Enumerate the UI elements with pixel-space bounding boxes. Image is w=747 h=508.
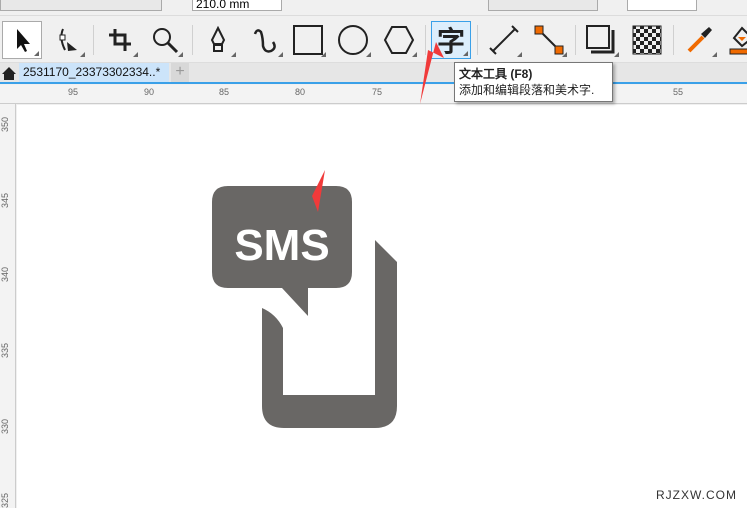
- red-arrow-annotation: [420, 42, 444, 104]
- tooltip-title: 文本工具 (F8): [459, 67, 533, 81]
- tooltip: 文本工具 (F8) 添加和编辑段落和美术字.: [454, 62, 613, 102]
- sms-text: SMS: [234, 221, 329, 270]
- watermark: RJZXW.COM: [656, 488, 737, 502]
- sms-phone-graphic: SMS: [212, 42, 444, 428]
- tooltip-description: 添加和编辑段落和美术字.: [459, 83, 595, 97]
